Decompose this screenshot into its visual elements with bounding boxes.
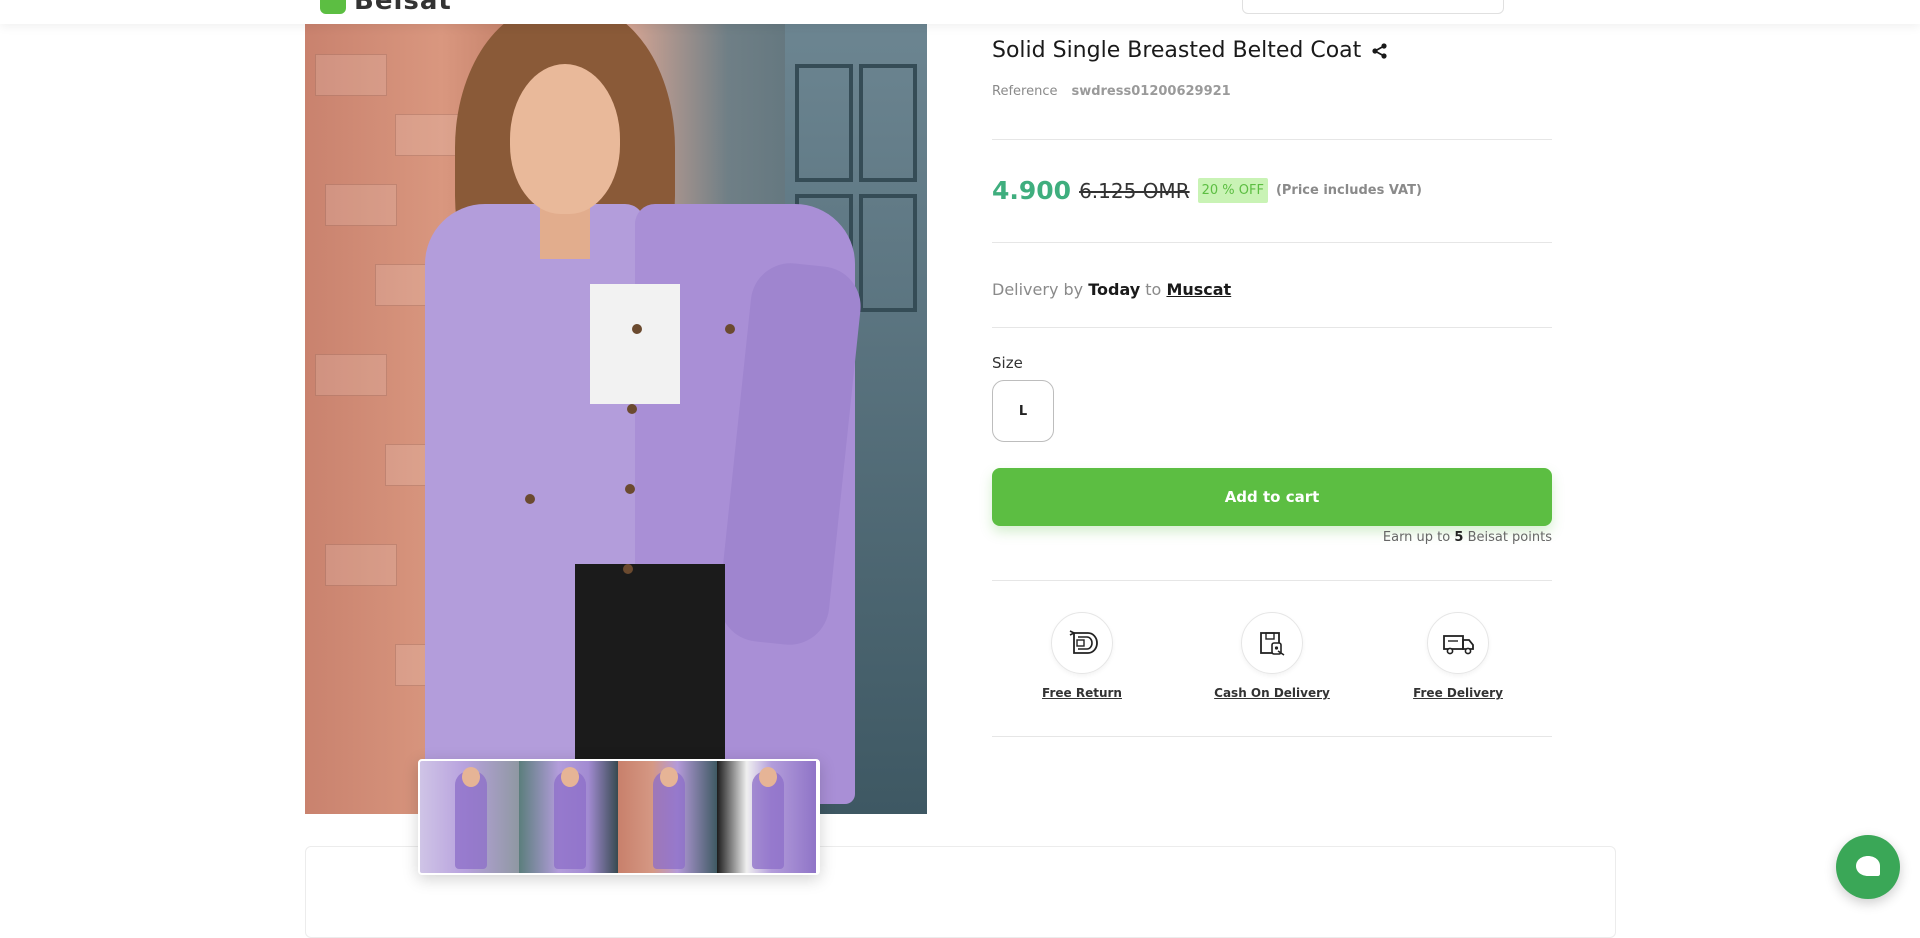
size-label: Size: [992, 354, 1023, 372]
thumbnail-4[interactable]: [717, 761, 816, 873]
size-option-l[interactable]: L: [992, 380, 1054, 442]
current-price: 4.900: [992, 176, 1072, 205]
product-title-row: Solid Single Breasted Belted Coat: [992, 38, 1389, 63]
divider: [992, 139, 1552, 140]
delivery-when: Today: [1088, 280, 1141, 299]
product-title: Solid Single Breasted Belted Coat: [992, 38, 1362, 63]
coat-button: [625, 484, 635, 494]
divider: [992, 242, 1552, 243]
divider: [992, 736, 1552, 737]
coat-button: [632, 324, 642, 334]
delivery-prefix: Delivery by: [992, 280, 1084, 299]
model-face: [510, 64, 620, 214]
feature-free-delivery: Free Delivery: [1368, 612, 1548, 700]
share-icon[interactable]: [1371, 42, 1389, 60]
thumbnail-strip: [418, 759, 820, 875]
points-suffix: Beisat points: [1467, 530, 1552, 545]
coat-button: [627, 404, 637, 414]
add-to-cart-button[interactable]: Add to cart: [992, 468, 1552, 526]
thumbnail-2[interactable]: [519, 761, 618, 873]
cart-icon[interactable]: [1527, 0, 1553, 2]
discount-badge: 20 % OFF: [1197, 178, 1268, 203]
header-search-input[interactable]: [1242, 0, 1504, 14]
points-value: 5: [1454, 530, 1464, 545]
price-row: 4.900 6.125 OMR 20 % OFF (Price includes…: [992, 176, 1422, 205]
coat-button: [623, 564, 633, 574]
delivery-info: Delivery by Today to Muscat: [992, 280, 1231, 299]
product-main-image[interactable]: [305, 24, 927, 814]
cash-on-delivery-icon: [1241, 612, 1303, 674]
brick-decoration: [325, 184, 397, 226]
thumbnail-1[interactable]: [420, 761, 519, 873]
features-row: Free Return Cash On Delivery Free Delive…: [992, 612, 1552, 708]
brick-decoration: [325, 544, 397, 586]
points-note: Earn up to 5 Beisat points: [992, 530, 1552, 545]
feature-free-return: Free Return: [992, 612, 1172, 700]
site-header: Beisat: [0, 0, 1920, 24]
inner-top: [590, 284, 680, 404]
reference-row: Reference swdress01200629921: [992, 84, 1231, 99]
logo-mark-icon: [320, 0, 346, 14]
delivery-to: to: [1145, 280, 1162, 299]
coat-button: [525, 494, 535, 504]
site-logo[interactable]: Beisat: [320, 0, 452, 16]
logo-text: Beisat: [354, 0, 452, 16]
brick-decoration: [315, 54, 387, 96]
divider: [992, 327, 1552, 328]
chat-bubble-icon: [1856, 856, 1880, 876]
feature-cash-on-delivery: Cash On Delivery: [1182, 612, 1362, 700]
return-box-icon: [1051, 612, 1113, 674]
coat-button: [725, 324, 735, 334]
delivery-city-link[interactable]: Muscat: [1166, 280, 1231, 299]
divider: [992, 580, 1552, 581]
reference-label: Reference: [992, 84, 1058, 99]
delivery-truck-icon: [1427, 612, 1489, 674]
brick-decoration: [315, 354, 387, 396]
old-price: 6.125 OMR: [1079, 178, 1190, 203]
menu-icon[interactable]: [1582, 0, 1608, 2]
vat-note: (Price includes VAT): [1275, 183, 1422, 198]
feature-free-delivery-label[interactable]: Free Delivery: [1368, 686, 1548, 700]
reference-value: swdress01200629921: [1071, 84, 1231, 99]
points-prefix: Earn up to: [1382, 530, 1451, 545]
feature-cash-on-delivery-label[interactable]: Cash On Delivery: [1182, 686, 1362, 700]
thumbnail-3[interactable]: [618, 761, 717, 873]
feature-free-return-label[interactable]: Free Return: [992, 686, 1172, 700]
chat-button[interactable]: [1836, 835, 1900, 899]
